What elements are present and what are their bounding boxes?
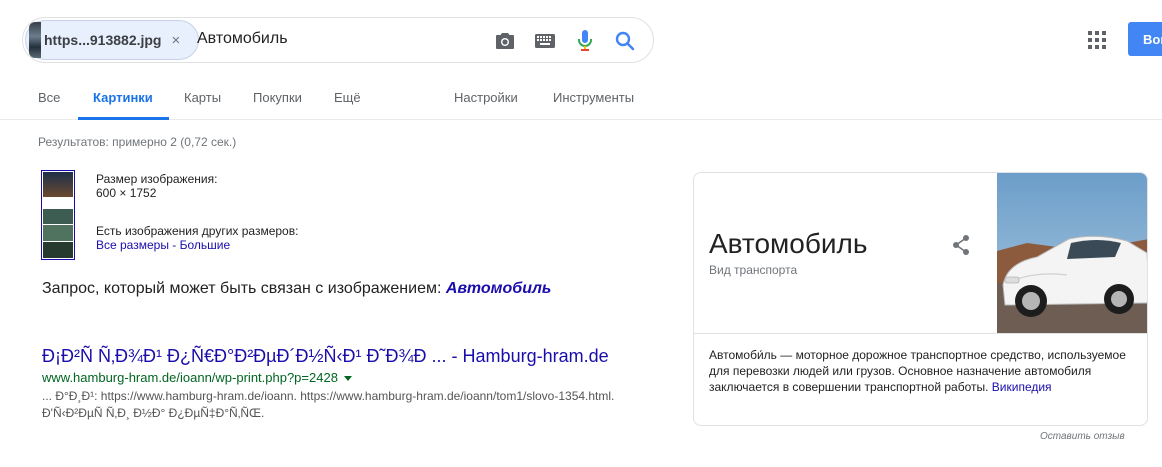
kp-subtitle: Вид транспорта xyxy=(709,263,798,277)
apps-grid-icon[interactable] xyxy=(1087,30,1107,50)
camera-icon[interactable] xyxy=(493,29,517,53)
tab-shopping[interactable]: Покупки xyxy=(253,90,302,105)
chip-filename: https...913882.jpg xyxy=(44,32,162,48)
result-snippet: ... Ð°Ð¸Ð¹: https://www.hamburg-hram.de/… xyxy=(42,389,615,420)
tab-all[interactable]: Все xyxy=(38,90,60,105)
tab-tools[interactable]: Инструменты xyxy=(553,90,634,105)
kp-description-text: Автомоби́ль — моторное дорожное транспор… xyxy=(709,348,1126,394)
result-url-text: www.hamburg-hram.de/ioann/wp-print.php?p… xyxy=(42,370,338,385)
size-links-separator: - xyxy=(168,238,180,252)
tab-maps[interactable]: Карты xyxy=(184,90,221,105)
large-sizes-link[interactable]: Большие xyxy=(180,238,231,252)
related-query-prefix: Запрос, который может быть связан с изоб… xyxy=(42,280,446,297)
chip-thumbnail xyxy=(29,22,41,58)
search-icon[interactable] xyxy=(613,29,637,53)
search-input[interactable]: Автомобиль xyxy=(197,30,288,48)
kp-title: Автомобиль xyxy=(709,228,868,259)
knowledge-panel: Автомобиль Вид транспорта Автомоби́ль — … xyxy=(693,172,1148,426)
result-title-link[interactable]: Ð¡Ð²Ñ Ñ‚Ð¾Ð¹ Ð¿Ñ€Ð°Ð²ÐµÐ´Ð½Ñ‹Ð¹ Ð˜Ð¾Ð ..… xyxy=(42,346,609,367)
login-button[interactable]: Войти xyxy=(1128,22,1162,56)
image-size-value: 600 × 1752 xyxy=(96,186,157,200)
wikipedia-link[interactable]: Википедия xyxy=(992,380,1052,394)
tab-more[interactable]: Ещё xyxy=(334,90,361,105)
result-url: www.hamburg-hram.de/ioann/wp-print.php?p… xyxy=(42,370,352,385)
related-query: Запрос, который может быть связан с изоб… xyxy=(42,280,551,298)
image-search-chip[interactable]: https...913882.jpg × xyxy=(25,20,199,60)
search-box[interactable]: https...913882.jpg × Автомобиль xyxy=(22,17,654,63)
other-sizes-label: Есть изображения других размеров: xyxy=(96,224,299,238)
feedback-link[interactable]: Оставить отзыв xyxy=(1040,431,1125,442)
tab-images[interactable]: Картинки xyxy=(93,90,153,105)
kp-divider xyxy=(694,333,1147,334)
share-icon[interactable] xyxy=(951,234,973,256)
related-query-link[interactable]: Автомобиль xyxy=(446,280,552,297)
search-tabs: Все Картинки Карты Покупки Ещё Настройки… xyxy=(0,86,1162,120)
all-sizes-link[interactable]: Все размеры xyxy=(96,238,169,252)
car-image[interactable] xyxy=(997,173,1148,333)
kp-description: Автомоби́ль — моторное дорожное транспор… xyxy=(709,347,1129,395)
active-tab-indicator xyxy=(78,117,169,120)
image-size-label: Размер изображения: xyxy=(96,172,218,186)
url-dropdown-arrow-icon[interactable] xyxy=(343,376,352,382)
chip-close-icon[interactable]: × xyxy=(171,32,180,49)
query-image-thumbnail[interactable] xyxy=(41,170,75,260)
tab-settings[interactable]: Настройки xyxy=(454,90,518,105)
mic-icon[interactable] xyxy=(573,29,597,53)
size-links: Все размеры - Большие xyxy=(96,238,230,252)
keyboard-icon[interactable] xyxy=(533,29,557,53)
results-count: Результатов: примерно 2 (0,72 сек.) xyxy=(38,135,237,149)
